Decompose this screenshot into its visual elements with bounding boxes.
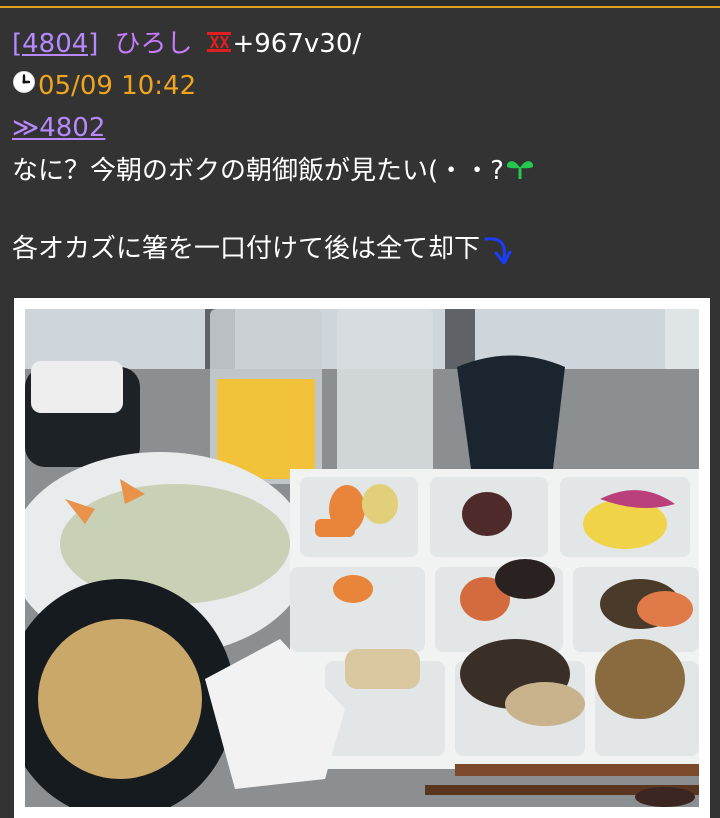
post: [4804] ひろし +967v30/ 05/09 10:42 ≫4802 なに… bbox=[12, 22, 712, 266]
roman-ten-icon bbox=[207, 32, 232, 52]
reply-anchor-line: ≫4802 bbox=[12, 108, 712, 148]
date-text: 05/09 10:42 bbox=[38, 71, 197, 101]
score-text: +967v30/ bbox=[232, 29, 362, 59]
post-date: 05/09 10:42 bbox=[12, 66, 712, 106]
breakfast-photo-image bbox=[25, 309, 699, 807]
poster-name: ひろし bbox=[114, 29, 193, 59]
sprout-icon bbox=[506, 161, 534, 179]
message-text-1: なに？今朝のボクの朝御飯が見たい(・・? bbox=[12, 155, 504, 186]
post-header: [4804] ひろし +967v30/ bbox=[12, 22, 712, 66]
message-line-2: 各オカズに箸を一口付けて後は全て却下 bbox=[12, 226, 712, 266]
reply-anchor-link[interactable]: ≫4802 bbox=[12, 113, 105, 143]
clock-icon bbox=[13, 71, 35, 93]
message-text-2: 各オカズに箸を一口付けて後は全て却下 bbox=[12, 233, 481, 264]
attached-photo[interactable] bbox=[14, 298, 710, 818]
message-line-1: なに？今朝のボクの朝御飯が見たい(・・? bbox=[12, 148, 712, 188]
curved-arrow-down-icon bbox=[484, 237, 512, 265]
top-divider bbox=[0, 0, 720, 8]
res-number-link[interactable]: [4804] bbox=[12, 22, 98, 66]
